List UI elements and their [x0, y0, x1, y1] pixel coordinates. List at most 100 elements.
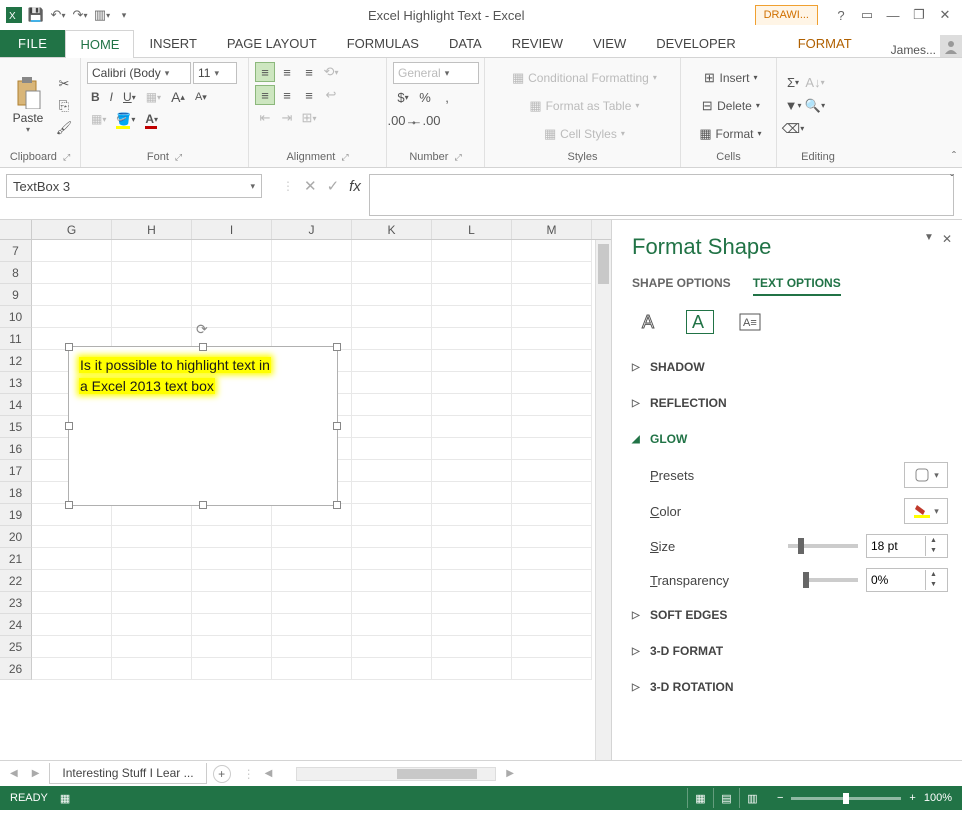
font-family-combo[interactable]: Calibri (Body▾ [87, 62, 191, 84]
row-header[interactable]: 16 [0, 438, 32, 460]
tab-page-layout[interactable]: PAGE LAYOUT [212, 29, 332, 57]
rotate-handle-icon[interactable]: ⟳ [196, 321, 208, 338]
cell[interactable] [432, 482, 512, 504]
row-header[interactable]: 22 [0, 570, 32, 592]
resize-handle[interactable] [65, 343, 73, 351]
borders-button[interactable]: ▦▾ [87, 110, 110, 128]
redo-icon[interactable]: ↷▾ [70, 5, 90, 25]
cell[interactable] [352, 614, 432, 636]
cell[interactable] [512, 504, 592, 526]
ribbon-display-icon[interactable]: ▭ [856, 4, 878, 26]
cell[interactable] [32, 262, 112, 284]
cell[interactable] [32, 548, 112, 570]
alignment-launcher[interactable]: ⤢ [341, 152, 348, 163]
cancel-formula-icon[interactable]: ✕ [304, 177, 317, 195]
cell[interactable] [112, 570, 192, 592]
cell[interactable] [192, 240, 272, 262]
section-shadow[interactable]: ▷SHADOW [632, 354, 948, 380]
glow-size-slider[interactable] [788, 544, 858, 548]
add-sheet-button[interactable]: + [213, 765, 231, 783]
cell[interactable] [352, 350, 432, 372]
section-glow[interactable]: ◢GLOW [632, 426, 948, 452]
cell[interactable] [512, 438, 592, 460]
cell[interactable] [512, 284, 592, 306]
cell[interactable] [512, 416, 592, 438]
number-launcher[interactable]: ⤢ [454, 152, 461, 163]
formula-input[interactable] [369, 174, 954, 216]
cell[interactable] [432, 262, 512, 284]
help-icon[interactable]: ? [830, 4, 852, 26]
cell[interactable] [512, 658, 592, 680]
cut-icon[interactable]: ✂ [54, 74, 74, 94]
restore-icon[interactable]: ❐ [908, 4, 930, 26]
cell[interactable] [512, 372, 592, 394]
number-format-combo[interactable]: General▾ [393, 62, 479, 84]
cell[interactable] [432, 306, 512, 328]
zoom-in-icon[interactable]: + [909, 792, 915, 804]
cell[interactable] [432, 328, 512, 350]
cell[interactable] [432, 548, 512, 570]
cell[interactable] [512, 548, 592, 570]
cell[interactable] [272, 548, 352, 570]
glow-presets-button[interactable]: ▾ [904, 462, 948, 488]
row-header[interactable]: 9 [0, 284, 32, 306]
save-icon[interactable]: 💾 [26, 5, 46, 25]
qat-customize-icon[interactable]: ▾ [114, 5, 134, 25]
border-button[interactable]: ▦▾ [142, 88, 165, 106]
cell[interactable] [32, 658, 112, 680]
fill-icon[interactable]: ▼▾ [783, 96, 803, 116]
cell[interactable] [272, 614, 352, 636]
cell[interactable] [112, 614, 192, 636]
cell[interactable] [432, 526, 512, 548]
column-header[interactable]: H [112, 220, 192, 239]
cell[interactable] [432, 460, 512, 482]
orientation-icon[interactable]: ⟲▾ [321, 62, 341, 82]
page-break-view-icon[interactable]: ▥ [739, 788, 765, 808]
cell[interactable] [32, 570, 112, 592]
sort-filter-icon[interactable]: A↓▾ [805, 73, 825, 93]
fill-color-button[interactable]: 🪣▾ [112, 110, 139, 128]
cell[interactable] [192, 636, 272, 658]
cell[interactable] [432, 614, 512, 636]
enter-formula-icon[interactable]: ✓ [327, 177, 340, 195]
section-3d-format[interactable]: ▷3-D FORMAT [632, 638, 948, 664]
cell[interactable] [352, 592, 432, 614]
textbox-shape[interactable]: ⟳ Is it possible to highlight text in a … [68, 346, 338, 506]
row-header[interactable]: 19 [0, 504, 32, 526]
cell[interactable] [32, 592, 112, 614]
cell[interactable] [432, 636, 512, 658]
find-icon[interactable]: 🔍▾ [805, 96, 825, 116]
name-box[interactable]: TextBox 3▾ [6, 174, 262, 198]
collapse-ribbon-icon[interactable]: ˆ [952, 149, 956, 163]
pane-options-icon[interactable]: ▼ [924, 232, 934, 246]
gallery-icon[interactable]: ▥▾ [92, 5, 112, 25]
row-header[interactable]: 18 [0, 482, 32, 504]
cell[interactable] [32, 306, 112, 328]
cell[interactable] [512, 526, 592, 548]
cell[interactable] [512, 394, 592, 416]
zoom-out-icon[interactable]: − [777, 792, 783, 804]
cell[interactable] [432, 570, 512, 592]
clear-icon[interactable]: ⌫▾ [783, 119, 803, 139]
resize-handle[interactable] [333, 501, 341, 509]
shrink-font-button[interactable]: A▾ [191, 89, 211, 105]
column-header[interactable]: G [32, 220, 112, 239]
clipboard-launcher[interactable]: ⤢ [63, 152, 70, 163]
column-header[interactable]: I [192, 220, 272, 239]
tab-view[interactable]: VIEW [578, 29, 641, 57]
align-top-icon[interactable]: ≡ [255, 62, 275, 82]
cell[interactable] [352, 306, 432, 328]
tab-home[interactable]: HOME [65, 30, 134, 58]
minimize-icon[interactable]: — [882, 4, 904, 26]
sheet-nav-next[interactable]: ▶ [28, 768, 44, 779]
row-header[interactable]: 8 [0, 262, 32, 284]
comma-icon[interactable]: , [437, 87, 457, 107]
conditional-formatting-button[interactable]: ▦Conditional Formatting▾ [491, 66, 674, 90]
cell[interactable] [432, 394, 512, 416]
cell[interactable] [112, 548, 192, 570]
hscroll-left[interactable]: ◀ [261, 768, 277, 779]
cell[interactable] [32, 284, 112, 306]
textbox-text[interactable]: Is it possible to highlight text in a Ex… [69, 347, 337, 405]
text-options-tab[interactable]: TEXT OPTIONS [753, 276, 841, 296]
fx-icon[interactable]: fx [349, 178, 361, 195]
